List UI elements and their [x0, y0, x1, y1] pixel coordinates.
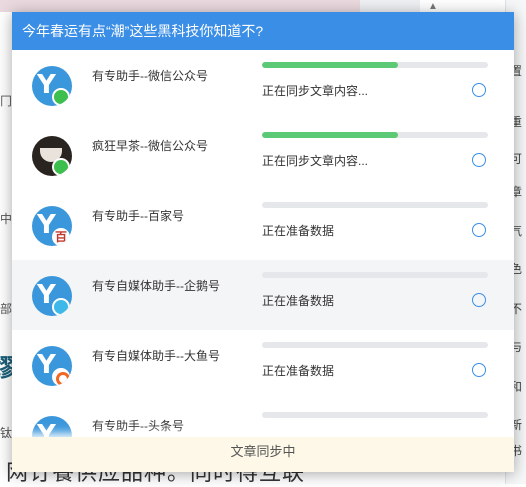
account-name: 有专助手--头条号 [92, 419, 184, 433]
status-circle-icon [472, 223, 486, 237]
background-document-header [0, 0, 360, 12]
sync-status: 正在准备数据 [262, 364, 335, 378]
progress-fill [262, 62, 398, 68]
account-row[interactable]: 疯狂早茶--微信公众号 正在同步文章内容... [12, 120, 514, 190]
sync-status: 正在同步文章内容... [262, 154, 369, 168]
account-name: 有专助手--百家号 [92, 209, 184, 223]
account-name: 有专自媒体助手--大鱼号 [92, 349, 220, 363]
status-circle-icon [472, 363, 486, 377]
sync-status-footer: 文章同步中 [12, 437, 514, 472]
account-logo: Y [32, 346, 72, 386]
progress-fill [262, 132, 398, 138]
sync-dialog: 今年春运有点“潮”这些黑科技你知道不? Y 有专助手--微信公众号 正在同步文章… [12, 12, 514, 472]
baijiahao-icon: 百 [52, 228, 70, 246]
account-row[interactable]: Y 有专助手--微信公众号 正在同步文章内容... [12, 50, 514, 120]
account-logo: Y 百 [32, 206, 72, 246]
sync-status: 正在准备数据 [262, 294, 335, 308]
dialog-title: 今年春运有点“潮”这些黑科技你知道不? [12, 12, 514, 50]
account-list: Y 有专助手--微信公众号 正在同步文章内容... 疯狂早茶--微信公众号 正在… [12, 50, 514, 470]
progress-bar [262, 202, 488, 208]
account-name: 有专自媒体助手--企鹅号 [92, 279, 220, 293]
account-logo: Y [32, 66, 72, 106]
account-avatar-photo [32, 136, 72, 176]
sync-status: 正在准备数据 [262, 224, 335, 238]
sync-status: 正在同步文章内容... [262, 84, 369, 98]
account-name: 有专助手--微信公众号 [92, 69, 208, 83]
account-logo: Y [32, 276, 72, 316]
status-circle-icon [472, 153, 486, 167]
progress-bar [262, 62, 488, 68]
status-circle-icon [472, 83, 486, 97]
progress-bar [262, 272, 488, 278]
account-row[interactable]: Y 有专自媒体助手--企鹅号 正在准备数据 [12, 260, 514, 330]
progress-bar [262, 342, 488, 348]
account-row[interactable]: Y 有专自媒体助手--大鱼号 正在准备数据 [12, 330, 514, 400]
account-name: 疯狂早茶--微信公众号 [92, 139, 208, 153]
status-circle-icon [472, 293, 486, 307]
dayuhao-icon [52, 368, 70, 386]
background-toolbar [360, 0, 420, 12]
progress-bar [262, 132, 488, 138]
progress-bar [262, 412, 488, 418]
account-row[interactable]: Y 百 有专助手--百家号 正在准备数据 [12, 190, 514, 260]
qiehao-icon [52, 298, 70, 316]
wechat-icon [52, 88, 70, 106]
wechat-icon [52, 158, 70, 176]
